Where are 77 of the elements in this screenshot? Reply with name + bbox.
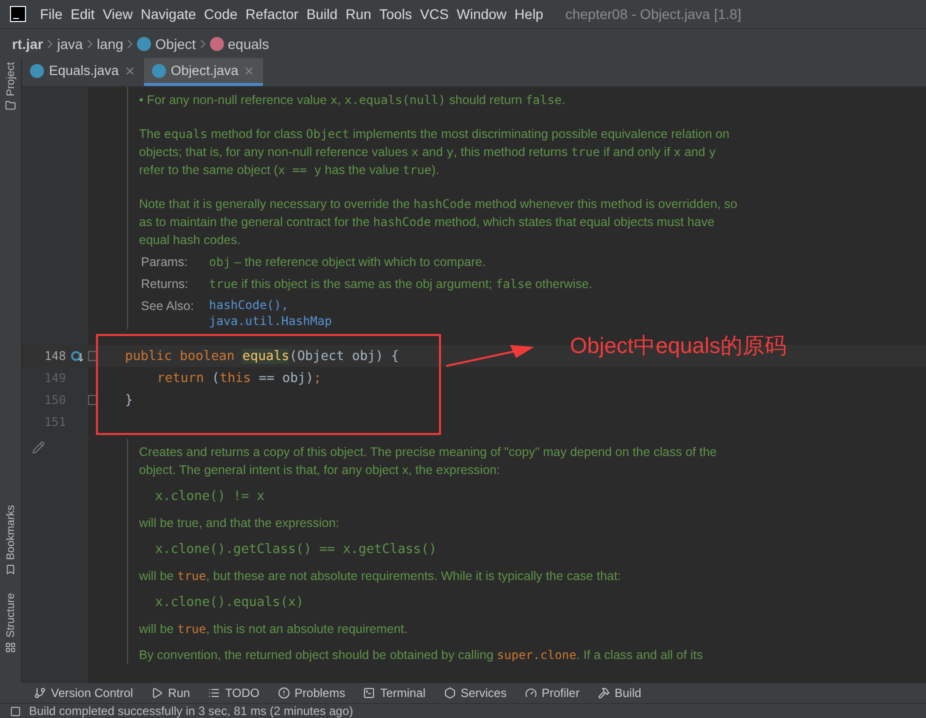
- annotation-text: Object中equals的原码: [570, 332, 786, 360]
- doc-paragraph: The equals method for class Object implements the most discriminating possible equivalence relation on objects; that is, for any non-null reference values x and y, this method returns true if and only if x and y refer to the same object (x == y has the value true).: [139, 126, 730, 179]
- code-sample: x.clone().equals(x): [155, 594, 305, 612]
- tool-window-button[interactable]: Build: [598, 686, 642, 700]
- editor-tab[interactable]: Object.java: [144, 58, 264, 86]
- hexagon-icon: [444, 687, 456, 699]
- hammer-icon: [598, 687, 610, 699]
- doc-link[interactable]: java.util.HashMap: [209, 313, 332, 329]
- code-text: public boolean equals(Object obj) {: [125, 348, 399, 364]
- doc-tag-text: true if this object is the same as the obj argument; false otherwise.: [209, 276, 592, 293]
- menu-item[interactable]: Refactor: [246, 6, 304, 22]
- doc-tag-label: See Also:: [141, 298, 195, 315]
- side-tool-tab[interactable]: Bookmarks: [4, 505, 16, 560]
- folder-icon: [5, 100, 16, 112]
- editor-tab[interactable]: Equals.java: [22, 58, 144, 86]
- doc-paragraph: By convention, the returned object should be obtained by calling super.clone. If a class and all of its: [139, 647, 704, 664]
- status-icon: [10, 706, 21, 716]
- status-text: Build completed successfully in 3 sec, 81 ms (2 minutes ago): [29, 704, 354, 718]
- side-tool-tab[interactable]: Structure: [4, 593, 16, 638]
- method-icon: [210, 36, 224, 50]
- doc-paragraph: will be true, and that the expression:: [139, 515, 340, 532]
- gauge-icon: [524, 687, 537, 699]
- menu-item[interactable]: Edit: [70, 6, 101, 22]
- alert-icon: [278, 687, 290, 699]
- tool-window-button[interactable]: Terminal: [363, 686, 426, 700]
- override-icon: [70, 350, 84, 362]
- menu-item[interactable]: Code: [204, 6, 244, 22]
- menu-item[interactable]: Navigate: [140, 6, 202, 22]
- class-icon: [152, 64, 166, 78]
- code-text: }: [125, 392, 133, 408]
- fold-marker-icon[interactable]: [88, 395, 98, 405]
- breadcrumb-item[interactable]: java: [57, 36, 83, 52]
- doc-bullet: • For any non-null reference value x, x.equals(null) should return false.: [139, 92, 566, 109]
- doc-paragraph: Note that it is generally necessary to override the hashCode method whenever this method is overridden, so as to maintain the general contract for the hashCode method, which states that equal objects must have equal hash codes.: [139, 196, 738, 249]
- breadcrumb-item[interactable]: lang: [96, 36, 124, 52]
- doc-link[interactable]: hashCode(),: [209, 297, 332, 313]
- play-icon: [151, 687, 164, 699]
- menu-item[interactable]: File: [40, 6, 69, 22]
- breadcrumb-item[interactable]: equals: [210, 36, 270, 52]
- class-icon: [137, 36, 152, 50]
- close-icon[interactable]: [243, 64, 256, 76]
- close-icon[interactable]: [124, 64, 136, 76]
- breadcrumb-item[interactable]: rt.jar: [12, 36, 44, 52]
- tool-window-button[interactable]: Problems: [278, 686, 346, 700]
- line-number: 148: [43, 349, 66, 363]
- grid-icon: [5, 642, 16, 653]
- branch-icon: [34, 687, 46, 699]
- doc-paragraph: Creates and returns a copy of this object. The precise meaning of "copy" may depend on the class of the object. The general intent is that, for any object x, the expression:: [139, 444, 718, 479]
- doc-tag-label: Params:: [141, 254, 189, 271]
- tool-window-button[interactable]: Version Control: [34, 686, 134, 700]
- tool-window-button[interactable]: Run: [151, 686, 190, 700]
- pencil-icon[interactable]: [32, 441, 45, 454]
- doc-tag-text: obj – the reference object with which to compare.: [209, 254, 486, 271]
- window-title: chepter08 - Object.java [1.8]: [565, 6, 742, 22]
- tool-window-button[interactable]: Profiler: [524, 686, 580, 700]
- menu-item[interactable]: Window: [456, 6, 513, 22]
- doc-tag-label: Returns:: [141, 276, 190, 293]
- code-text: return (this == obj);: [156, 370, 322, 386]
- code-sample: x.clone() != x: [155, 488, 266, 506]
- class-icon: [30, 64, 44, 78]
- tool-window-button[interactable]: Services: [444, 686, 507, 700]
- fold-marker-icon[interactable]: [88, 351, 98, 361]
- menu-item[interactable]: VCS: [420, 6, 455, 22]
- project-tool-tab[interactable]: Project: [4, 62, 16, 96]
- menu-item[interactable]: Tools: [379, 6, 418, 22]
- menu-item[interactable]: Run: [346, 6, 378, 22]
- code-sample: x.clone().getClass() == x.getClass(): [155, 541, 438, 559]
- menu-item[interactable]: Build: [306, 6, 344, 22]
- tool-window-button[interactable]: TODO: [208, 686, 260, 700]
- bookmark-icon: [5, 564, 16, 576]
- doc-paragraph: will be true, this is not an absolute requirement.: [139, 621, 409, 638]
- doc-paragraph: will be true, but these are not absolute requirements. While it is typically the case that:: [139, 568, 622, 585]
- app-logo: [10, 6, 26, 22]
- breadcrumb-item[interactable]: Object: [137, 36, 196, 52]
- terminal-icon: [363, 687, 376, 699]
- menu-item[interactable]: View: [102, 6, 139, 22]
- menu-item[interactable]: Help: [514, 6, 550, 22]
